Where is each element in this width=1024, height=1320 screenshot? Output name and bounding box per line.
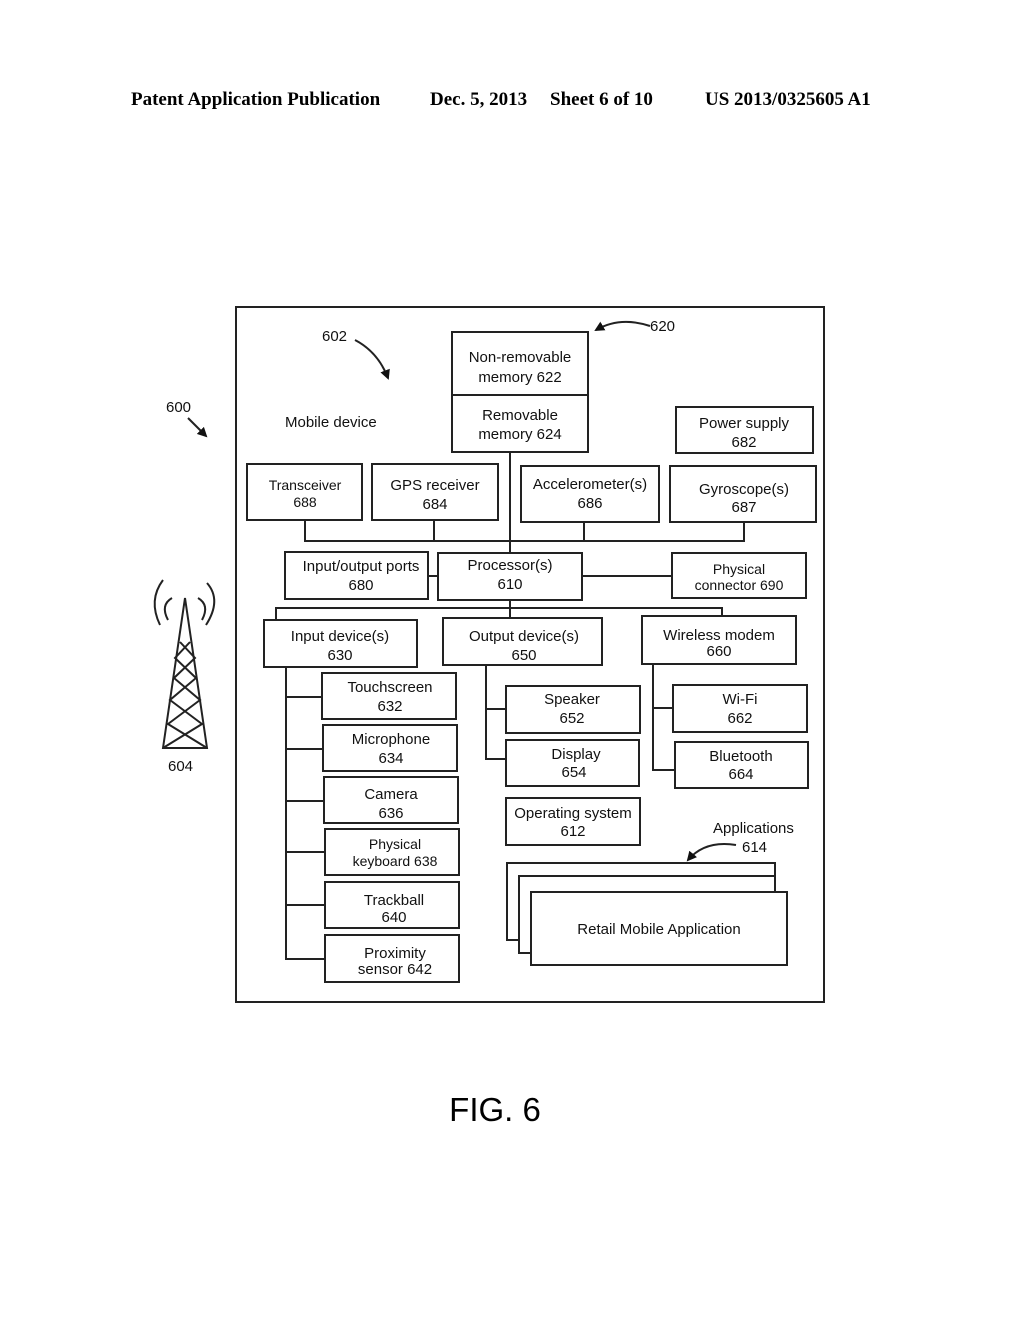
processor-ref: 610 — [497, 576, 522, 593]
figure-caption: FIG. 6 — [449, 1091, 541, 1128]
gps-receiver-box: GPS receiver 684 — [371, 463, 499, 521]
gyroscope-label: Gyroscope(s) — [699, 481, 789, 498]
microphone-box: Microphone 634 — [322, 724, 458, 772]
bluetooth-ref: 664 — [728, 766, 753, 783]
applications-ref: 614 — [742, 839, 767, 856]
speaker-box: Speaker 652 — [505, 685, 641, 734]
output-devices-ref: 650 — [511, 647, 536, 664]
camera-box: Camera 636 — [323, 776, 459, 824]
operating-system-box: Operating system 612 — [505, 797, 641, 846]
wireless-modem-ref: 660 — [706, 643, 731, 660]
touchscreen-ref: 632 — [377, 698, 402, 715]
applications-label: Applications — [713, 820, 794, 837]
accelerometer-ref: 686 — [577, 495, 602, 512]
bluetooth-label: Bluetooth — [709, 748, 772, 765]
transceiver-label: Transceiver — [269, 477, 342, 493]
touchscreen-label: Touchscreen — [347, 679, 432, 696]
proximity-sensor-box: Proximity sensor 642 — [324, 934, 460, 983]
removable-memory-line2: memory 624 — [478, 426, 561, 443]
output-devices-label: Output device(s) — [469, 628, 579, 645]
processor-box: Processor(s) 610 — [437, 552, 583, 601]
accelerometer-label: Accelerometer(s) — [533, 476, 647, 493]
input-devices-label: Input device(s) — [291, 628, 389, 645]
cell-tower-icon — [153, 579, 216, 749]
ref-600-label: 600 — [166, 399, 191, 416]
display-label: Display — [551, 746, 601, 763]
gyroscope-box: Gyroscope(s) 687 — [669, 465, 817, 523]
io-ports-box: Input/output ports 680 — [284, 551, 429, 600]
retail-app-label: Retail Mobile Application — [577, 921, 740, 938]
physical-keyboard-box: Physical keyboard 638 — [324, 828, 460, 876]
ref-602-label: 602 — [322, 328, 347, 345]
microphone-label: Microphone — [352, 731, 430, 748]
transceiver-box: Transceiver 688 — [246, 463, 363, 521]
wifi-label: Wi-Fi — [723, 691, 758, 708]
memory-group: Non-removable memory 622 Removable memor… — [451, 331, 589, 453]
output-devices-box: Output device(s) 650 — [442, 617, 603, 666]
operating-system-label: Operating system — [514, 805, 632, 822]
physical-connector-ref: connector 690 — [695, 577, 784, 593]
input-devices-ref: 630 — [327, 647, 352, 664]
physical-connector-box: Physical connector 690 — [671, 552, 807, 599]
io-ports-ref: 680 — [348, 577, 373, 594]
proximity-sensor-label: Proximity — [364, 945, 426, 962]
wifi-box: Wi-Fi 662 — [672, 684, 808, 733]
bluetooth-box: Bluetooth 664 — [674, 741, 809, 789]
trackball-label: Trackball — [364, 892, 424, 909]
ref-604-label: 604 — [168, 758, 193, 775]
ref-620-label: 620 — [650, 318, 675, 335]
power-supply-box: Power supply 682 — [675, 406, 814, 454]
touchscreen-box: Touchscreen 632 — [321, 672, 457, 720]
block-diagram: 600 602 620 Mobile device 604 Non-remova… — [153, 306, 825, 1128]
non-removable-memory-line1: Non-removable — [469, 349, 572, 366]
input-devices-box: Input device(s) 630 — [263, 619, 418, 668]
proximity-sensor-ref: sensor 642 — [358, 961, 432, 978]
physical-keyboard-label: Physical — [369, 836, 421, 852]
speaker-ref: 652 — [559, 710, 584, 727]
device-name-label: Mobile device — [285, 414, 377, 431]
applications-stack: Retail Mobile Application — [506, 862, 788, 966]
wifi-ref: 662 — [727, 710, 752, 727]
processor-label: Processor(s) — [467, 557, 552, 574]
trackball-box: Trackball 640 — [324, 881, 460, 929]
non-removable-memory-line2: memory 622 — [478, 369, 561, 386]
wireless-modem-box: Wireless modem 660 — [641, 615, 797, 665]
speaker-label: Speaker — [544, 691, 600, 708]
gps-receiver-ref: 684 — [422, 496, 447, 513]
gps-receiver-label: GPS receiver — [390, 477, 479, 494]
camera-label: Camera — [364, 786, 418, 803]
power-supply-label: Power supply — [699, 415, 790, 432]
camera-ref: 636 — [378, 805, 403, 822]
transceiver-ref: 688 — [293, 494, 317, 510]
display-ref: 654 — [561, 764, 586, 781]
operating-system-ref: 612 — [560, 823, 585, 840]
physical-keyboard-ref: keyboard 638 — [353, 853, 438, 869]
accelerometer-box: Accelerometer(s) 686 — [520, 465, 660, 523]
physical-connector-label: Physical — [713, 561, 765, 577]
removable-memory-line1: Removable — [482, 407, 558, 424]
microphone-ref: 634 — [378, 750, 403, 767]
io-ports-label: Input/output ports — [303, 558, 420, 575]
trackball-ref: 640 — [381, 909, 406, 926]
wireless-modem-label: Wireless modem — [663, 627, 775, 644]
power-supply-ref: 682 — [731, 434, 756, 451]
ref-600-arrow-icon — [187, 417, 208, 438]
display-box: Display 654 — [505, 739, 640, 787]
gyroscope-ref: 687 — [731, 499, 756, 516]
